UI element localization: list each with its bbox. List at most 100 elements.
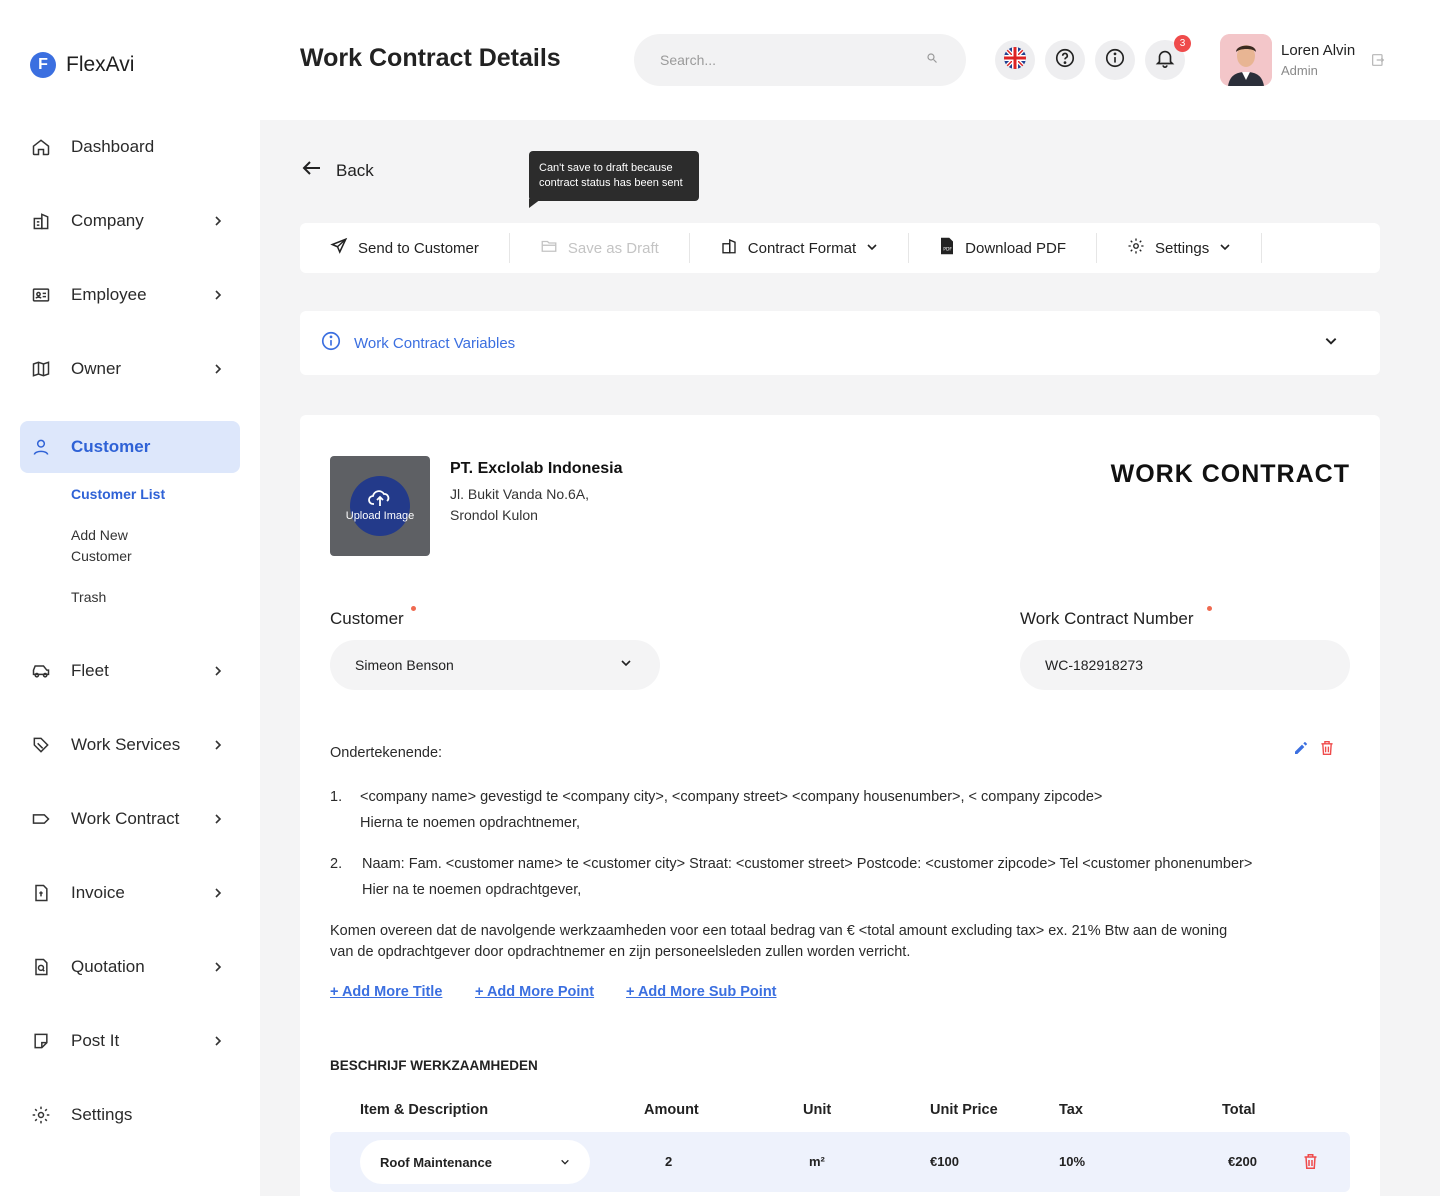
app-name: FlexAvi	[66, 53, 135, 76]
chevron-right-icon	[210, 811, 226, 827]
add-more-point-link[interactable]: + Add More Point	[475, 984, 594, 1000]
point-number: 1.	[330, 789, 343, 805]
contract-number-field[interactable]: WC-182918273	[1020, 640, 1350, 690]
section-title: BESCHRIJF WERKZAAMHEDEN	[330, 1058, 538, 1073]
contract-toolbar: Send to Customer Save as Draft Contract …	[300, 223, 1380, 273]
search-placeholder: Search...	[660, 52, 717, 68]
column-header: Amount	[644, 1102, 699, 1118]
sidebar-item-owner[interactable]: Owner	[20, 343, 240, 395]
app-logo[interactable]: F FlexAvi	[30, 52, 134, 78]
tax-cell: 10%	[1059, 1154, 1086, 1169]
customer-label: Customer	[330, 609, 404, 628]
draft-label: Save as Draft	[567, 239, 659, 257]
chevron-right-icon	[210, 959, 226, 975]
back-button[interactable]: Back	[302, 160, 374, 181]
info-icon	[320, 330, 342, 357]
help-button[interactable]	[1045, 40, 1085, 80]
sidebar-subitem-add-new-line1[interactable]: Add New	[71, 527, 128, 543]
sidebar-item-settings[interactable]: Settings	[20, 1089, 240, 1141]
gear-icon	[30, 1104, 52, 1126]
chevron-right-icon	[210, 213, 226, 229]
info-button[interactable]	[1095, 40, 1135, 80]
question-icon	[1054, 47, 1076, 74]
chevron-right-icon	[210, 287, 226, 303]
sidebar-subitem-trash[interactable]: Trash	[71, 589, 106, 605]
sidebar-item-work-services[interactable]: Work Services	[20, 719, 240, 771]
item-select[interactable]: Roof Maintenance	[360, 1140, 590, 1184]
arrow-left-icon	[302, 160, 322, 181]
column-header: Unit Price	[930, 1102, 998, 1118]
sidebar-item-work-contract[interactable]: Work Contract	[20, 793, 240, 845]
sidebar-item-post-it[interactable]: Post It	[20, 1015, 240, 1067]
save-as-draft-button[interactable]: Save as Draft	[510, 233, 690, 263]
point-line: <company name> gevestigd te <company cit…	[360, 789, 1103, 805]
contract-number-label: Work Contract Number	[1020, 609, 1194, 628]
car-icon	[30, 660, 52, 682]
chevron-down-icon	[1219, 240, 1231, 257]
svg-text:PDF: PDF	[943, 247, 952, 253]
sidebar-item-label: Customer	[71, 437, 151, 456]
format-label: Contract Format	[747, 239, 857, 257]
column-header: Total	[1222, 1102, 1256, 1118]
download-label: Download PDF	[965, 239, 1067, 257]
sidebar-item-customer[interactable]: Customer	[20, 421, 240, 473]
send-to-customer-button[interactable]: Send to Customer	[300, 233, 510, 263]
required-dot	[411, 606, 416, 611]
company-name: PT. Exclolab Indonesia	[450, 460, 623, 477]
company-address: Jl. Bukit Vanda No.6A, Srondol Kulon	[450, 484, 589, 526]
upload-label: Upload Image	[345, 510, 415, 522]
chevron-right-icon	[210, 663, 226, 679]
sidebar-item-employee[interactable]: Employee	[20, 269, 240, 321]
avatar[interactable]	[1220, 34, 1272, 86]
pdf-icon: PDF	[939, 237, 955, 259]
sidebar-item-company[interactable]: Company	[20, 195, 240, 247]
customer-select[interactable]: Simeon Benson	[330, 640, 660, 690]
chevron-down-icon	[560, 1155, 570, 1170]
invoice-icon	[30, 882, 52, 904]
address-line: Srondol Kulon	[450, 507, 538, 523]
point-line: Hierna te noemen opdrachtnemer,	[360, 815, 581, 831]
download-pdf-button[interactable]: PDF Download PDF	[909, 233, 1098, 263]
agreement-text: van de opdrachtgever door opdrachtnemer …	[330, 944, 911, 960]
customer-value: Simeon Benson	[355, 657, 454, 673]
sidebar-item-quotation[interactable]: Quotation	[20, 941, 240, 993]
label-icon	[30, 808, 52, 830]
sidebar-subitem-customer-list[interactable]: Customer List	[71, 486, 165, 502]
sidebar-item-label: Employee	[71, 285, 147, 304]
point-line: Naam: Fam. <customer name> te <customer …	[362, 856, 1253, 872]
add-more-sub-point-link[interactable]: + Add More Sub Point	[626, 984, 777, 1000]
sidebar-item-label: Fleet	[71, 661, 109, 680]
intro-text: Ondertekenende:	[330, 745, 443, 761]
point-line: Hier na te noemen opdrachtgever,	[362, 882, 582, 898]
search-icon	[926, 51, 938, 69]
gear-icon	[1127, 237, 1145, 259]
trash-icon[interactable]	[1320, 740, 1334, 761]
uk-flag-icon	[1004, 46, 1026, 74]
sidebar-item-dashboard[interactable]: Dashboard	[20, 121, 240, 173]
work-contract-variables-panel[interactable]: Work Contract Variables	[300, 311, 1380, 375]
upload-image-button[interactable]: Upload Image	[330, 456, 430, 556]
note-icon	[30, 1030, 52, 1052]
tooltip-tail	[529, 199, 541, 208]
sidebar-subitem-add-new-line2[interactable]: Customer	[71, 548, 132, 564]
settings-label: Settings	[1155, 239, 1210, 257]
user-role: Admin	[1281, 63, 1318, 78]
notification-badge: 3	[1174, 35, 1191, 52]
settings-dropdown[interactable]: Settings	[1097, 233, 1263, 263]
sidebar-item-invoice[interactable]: Invoice	[20, 867, 240, 919]
amount-cell: 2	[665, 1154, 673, 1169]
back-label: Back	[336, 160, 374, 180]
bell-icon	[1154, 47, 1176, 74]
contract-format-dropdown[interactable]: Contract Format	[690, 233, 910, 263]
home-icon	[30, 136, 52, 158]
search-input[interactable]: Search...	[634, 34, 966, 86]
folder-icon	[540, 237, 558, 259]
trash-icon[interactable]	[1303, 1153, 1318, 1175]
add-more-title-link[interactable]: + Add More Title	[330, 984, 442, 1000]
logout-icon[interactable]	[1370, 52, 1386, 73]
column-header: Item & Description	[360, 1102, 489, 1118]
sidebar-item-fleet[interactable]: Fleet	[20, 645, 240, 697]
edit-icon[interactable]	[1293, 740, 1309, 761]
total-cell: €200	[1228, 1154, 1257, 1169]
language-button[interactable]	[995, 40, 1035, 80]
